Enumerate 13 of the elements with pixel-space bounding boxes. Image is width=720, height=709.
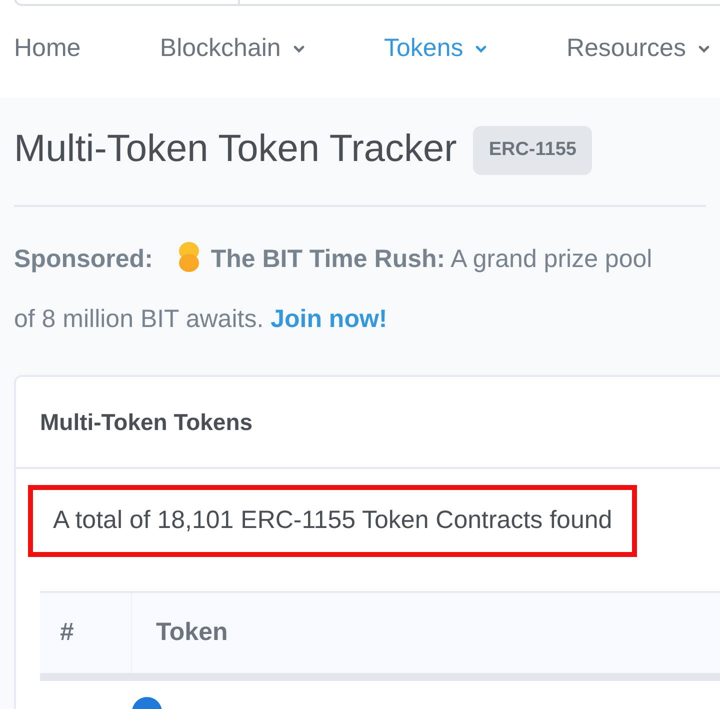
card-title: Multi-Token Tokens xyxy=(16,376,720,469)
nav-link[interactable]: Blockchain xyxy=(160,30,305,68)
sponsored-text: Sponsored: The BIT Time Rush: A grand prize pool of 8 million BIT awaits. Join now! xyxy=(14,228,654,348)
nav-link[interactable]: Tokens xyxy=(384,30,488,68)
coin-icon xyxy=(178,240,200,272)
summary-text: A total of 18,101 ERC-1155 Token Contracts found xyxy=(28,485,638,556)
standard-tag: ERC-1155 xyxy=(472,126,592,174)
column-header: Token xyxy=(155,616,228,648)
column-header: # xyxy=(40,592,132,672)
page-title: Multi-Token Token Tracker xyxy=(14,127,457,172)
join-link[interactable]: Join now! xyxy=(270,304,388,332)
nav-link[interactable]: Resources xyxy=(566,30,710,68)
nav-link[interactable]: Home xyxy=(14,30,81,68)
